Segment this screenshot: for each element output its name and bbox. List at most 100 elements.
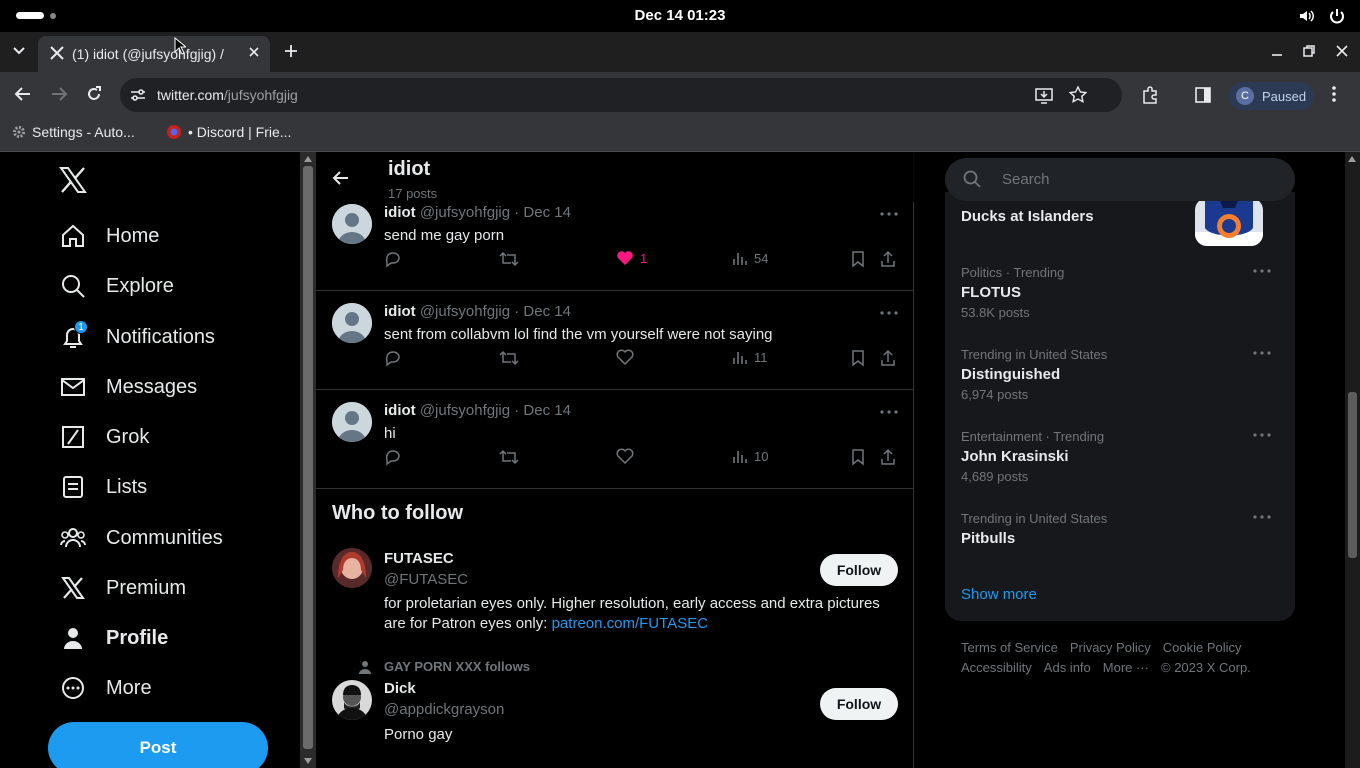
post-button[interactable]: Post <box>48 722 268 768</box>
bookmark-settings[interactable]: Settings - Auto... <box>12 124 135 140</box>
tweet-author[interactable]: idiot <box>384 402 416 419</box>
tweet-author[interactable]: idiot <box>384 303 416 320</box>
scroll-up-arrow[interactable] <box>304 156 312 162</box>
share-button[interactable] <box>880 250 896 268</box>
browser-tab-active[interactable]: (1) idiot (@jufsyohfgjig) / <box>38 36 270 72</box>
repost-button[interactable] <box>499 349 519 367</box>
footer-link[interactable]: Accessibility <box>961 660 1032 675</box>
tweet[interactable]: idiot @jufsyohfgjig · Dec 14 hi 10 <box>316 390 914 489</box>
side-panel-icon[interactable] <box>1195 87 1211 103</box>
views-button[interactable]: 54 <box>732 250 768 266</box>
tab-search-chevron-icon[interactable] <box>12 46 26 56</box>
more-horizontal-icon[interactable] <box>880 311 898 315</box>
share-button[interactable] <box>880 448 896 466</box>
show-more-link[interactable]: Show more <box>961 586 1037 603</box>
views-button[interactable]: 11 <box>732 349 768 365</box>
nav-explore[interactable]: Explore <box>60 271 174 301</box>
trend-item[interactable]: Entertainment · Trending John Krasinski … <box>961 429 1279 484</box>
trend-item[interactable]: Politics · Trending FLOTUS 53.8K posts <box>961 265 1279 320</box>
bookmark-button[interactable] <box>851 349 865 367</box>
site-info-icon[interactable] <box>130 88 146 102</box>
x-logo-icon[interactable] <box>59 166 87 194</box>
trend-item[interactable]: Trending in United States Distinguished … <box>961 347 1279 402</box>
nav-home[interactable]: Home <box>60 221 159 251</box>
account-name[interactable]: Dick <box>384 680 416 697</box>
nav-premium[interactable]: Premium <box>60 573 186 603</box>
more-horizontal-icon[interactable] <box>1253 269 1271 273</box>
account-handle[interactable]: @FUTASEC <box>384 571 468 588</box>
minimize-icon[interactable] <box>1270 44 1284 58</box>
share-button[interactable] <box>880 349 896 367</box>
nav-messages[interactable]: Messages <box>60 372 197 402</box>
system-tray[interactable] <box>1298 7 1346 25</box>
avatar[interactable] <box>332 402 372 442</box>
repost-button[interactable] <box>499 448 519 466</box>
scroll-down-arrow[interactable] <box>304 758 312 764</box>
browser-menu-icon[interactable] <box>1332 86 1336 102</box>
account-handle[interactable]: @appdickgrayson <box>384 701 504 718</box>
tweet-handle-date[interactable]: @jufsyohfgjig · Dec 14 <box>420 303 571 320</box>
extensions-icon[interactable] <box>1141 86 1159 104</box>
bookmark-button[interactable] <box>851 250 865 268</box>
nav-more[interactable]: More <box>60 673 152 703</box>
more-horizontal-icon[interactable] <box>1253 351 1271 355</box>
follow-button[interactable]: Follow <box>820 554 898 586</box>
footer-link[interactable]: Privacy Policy <box>1070 640 1151 655</box>
tweet-handle-date[interactable]: @jufsyohfgjig · Dec 14 <box>420 402 571 419</box>
nav-profile[interactable]: Profile <box>60 623 168 653</box>
footer-link[interactable]: Terms of Service <box>961 640 1058 655</box>
reply-button[interactable] <box>384 250 402 268</box>
reload-icon[interactable] <box>86 86 102 102</box>
close-tab-icon[interactable] <box>248 46 260 58</box>
views-button[interactable]: 10 <box>732 448 768 464</box>
avatar[interactable] <box>332 548 372 588</box>
back-icon[interactable] <box>14 86 32 102</box>
page-scrollbar[interactable] <box>1345 152 1360 768</box>
account-name[interactable]: FUTASEC <box>384 550 454 567</box>
avatar[interactable] <box>332 303 372 343</box>
like-button[interactable]: 1 <box>616 250 647 266</box>
more-horizontal-icon[interactable] <box>1253 433 1271 437</box>
back-arrow-icon[interactable] <box>332 170 350 186</box>
search-input[interactable]: Search <box>945 158 1295 201</box>
left-scrollbar[interactable] <box>300 152 316 768</box>
avatar[interactable] <box>332 680 372 720</box>
like-button[interactable] <box>616 349 634 365</box>
system-clock[interactable]: Dec 14 01:23 <box>0 7 1360 24</box>
install-app-icon[interactable] <box>1035 86 1053 104</box>
like-button[interactable] <box>616 448 634 464</box>
bio-link[interactable]: patreon.com/FUTASEC <box>552 615 708 632</box>
avatar[interactable] <box>332 204 372 244</box>
more-horizontal-icon[interactable] <box>1253 515 1271 519</box>
nav-communities[interactable]: Communities <box>60 523 223 553</box>
bookmark-discord[interactable]: • Discord | Frie... <box>166 124 291 140</box>
footer-link[interactable]: Ads info <box>1044 660 1091 675</box>
follow-button[interactable]: Follow <box>820 688 898 720</box>
profile-button[interactable]: C Paused <box>1228 82 1314 110</box>
bookmark-star-icon[interactable] <box>1069 86 1087 104</box>
scrollbar-thumb[interactable] <box>303 166 313 749</box>
trend-item[interactable]: Trending in United States Pitbulls <box>961 511 1279 547</box>
nav-notifications[interactable]: 1 Notifications <box>60 320 215 352</box>
tweet[interactable]: idiot @jufsyohfgjig · Dec 14 send me gay… <box>316 192 914 291</box>
more-horizontal-icon[interactable] <box>880 212 898 216</box>
restore-icon[interactable] <box>1302 44 1316 58</box>
address-bar[interactable]: twitter.com/jufsyohfgjig <box>120 78 1122 112</box>
scroll-up-arrow[interactable] <box>1348 156 1356 162</box>
nav-grok[interactable]: Grok <box>60 422 149 452</box>
close-window-icon[interactable] <box>1335 44 1349 58</box>
scrollbar-thumb[interactable] <box>1348 392 1357 558</box>
footer-link[interactable]: More ··· <box>1103 660 1149 675</box>
reply-button[interactable] <box>384 349 402 367</box>
repost-button[interactable] <box>499 250 519 268</box>
more-horizontal-icon[interactable] <box>880 410 898 414</box>
nav-lists[interactable]: Lists <box>60 472 147 502</box>
tweet[interactable]: idiot @jufsyohfgjig · Dec 14 sent from c… <box>316 291 914 390</box>
reply-button[interactable] <box>384 448 402 466</box>
bookmark-button[interactable] <box>851 448 865 466</box>
trend-item[interactable]: Ducks at Islanders <box>961 198 1279 246</box>
tweet-handle-date[interactable]: @jufsyohfgjig · Dec 14 <box>420 204 571 221</box>
footer-link[interactable]: Cookie Policy <box>1163 640 1242 655</box>
new-tab-icon[interactable] <box>284 44 298 58</box>
forward-icon[interactable] <box>50 86 68 102</box>
